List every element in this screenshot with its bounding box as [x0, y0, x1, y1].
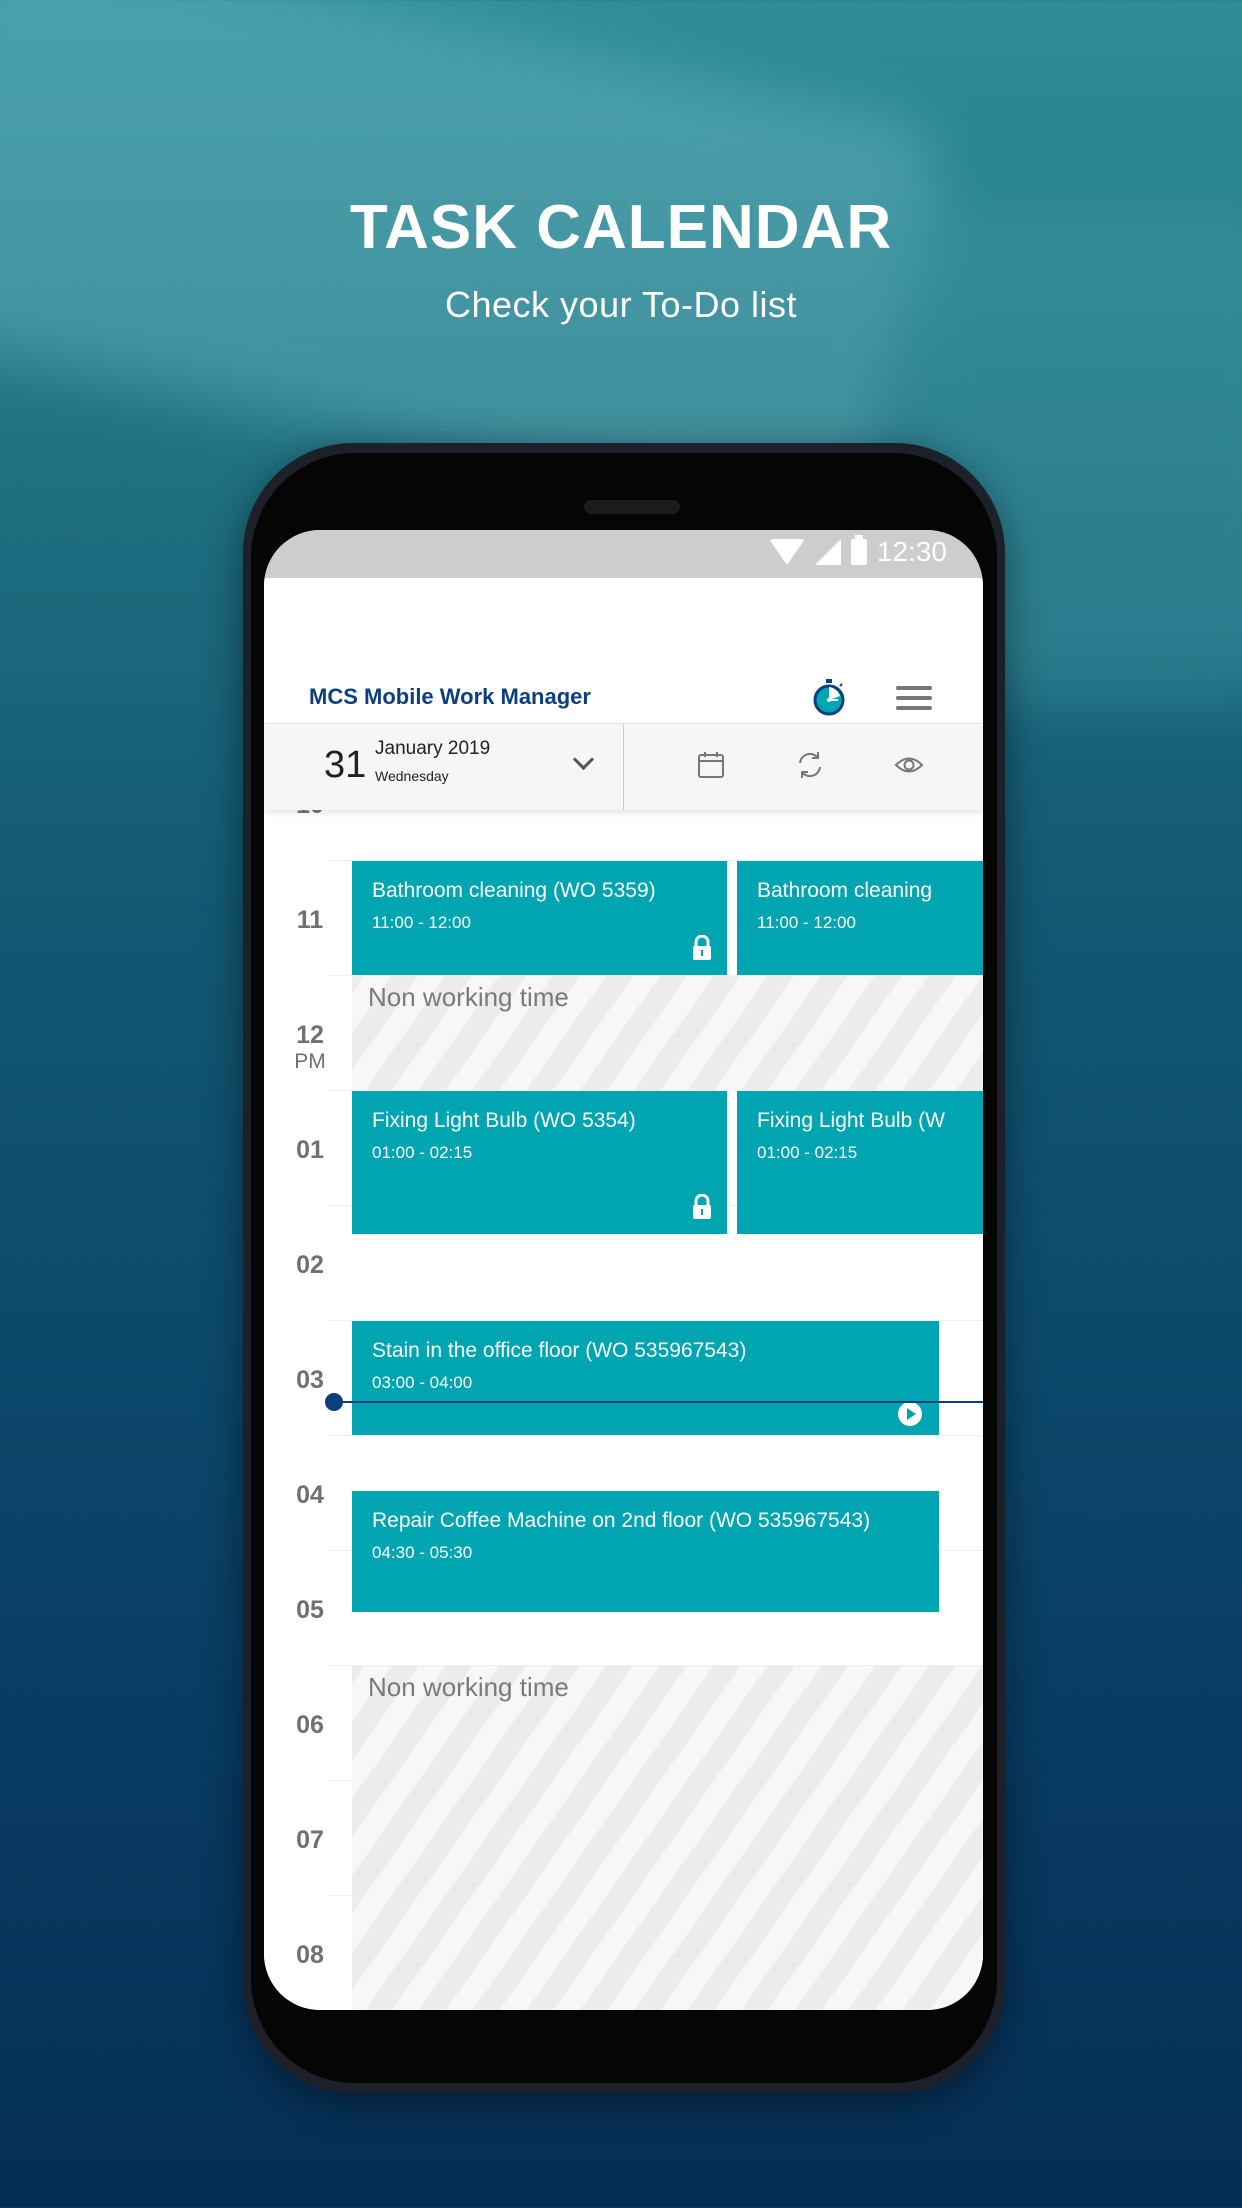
app-title: MCS Mobile Work Manager [309, 684, 591, 709]
hour-label: 01 [296, 1136, 324, 1164]
event-title: Fixing Light Bulb (WO 5354) [372, 1109, 636, 1132]
signal-icon [814, 539, 841, 565]
marketing-subheadline: Check your To-Do list [445, 284, 797, 325]
event-card[interactable]: Fixing Light Bulb (WO 5354) 01:00 - 02:1… [352, 1091, 727, 1234]
hour-line [326, 1435, 983, 1436]
event-card[interactable]: Bathroom cleaning (WO 5359) 11:00 - 12:0… [352, 861, 727, 975]
event-time: 04:30 - 05:30 [372, 1543, 473, 1562]
event-card[interactable]: Fixing Light Bulb (W 01:00 - 02:15 [737, 1091, 983, 1234]
event-title: Bathroom cleaning (WO 5359) [372, 879, 656, 902]
event-card[interactable]: Bathroom cleaning 11:00 - 12:00 [737, 861, 983, 975]
non-working-label: Non working time [368, 1672, 569, 1702]
chevron-down-icon[interactable] [572, 748, 595, 771]
phone-speaker [584, 500, 680, 514]
status-bar: 12:30 [264, 530, 983, 578]
hour-sublabel: PM [294, 1050, 326, 1073]
event-title: Stain in the office floor (WO 535967543) [372, 1339, 747, 1362]
event-card[interactable]: Repair Coffee Machine on 2nd floor (WO 5… [352, 1491, 939, 1612]
eye-icon[interactable] [894, 750, 924, 780]
date-selector-bar: 31 January 2019 Wednesday [264, 723, 983, 810]
event-title: Repair Coffee Machine on 2nd floor (WO 5… [372, 1509, 871, 1532]
day-number: 31 [324, 744, 367, 786]
play-icon[interactable] [897, 1401, 923, 1427]
non-working-label: Non working time [368, 982, 569, 1012]
hour-label: 08 [296, 1941, 324, 1969]
hour-label: 03 [296, 1366, 324, 1394]
calendar-icon[interactable] [696, 750, 726, 780]
event-time: 11:00 - 12:00 [757, 913, 856, 932]
current-time-line [334, 1401, 983, 1403]
event-time: 01:00 - 02:15 [757, 1143, 858, 1162]
weekday: Wednesday [375, 768, 449, 784]
event-time: 11:00 - 12:00 [372, 913, 471, 932]
sync-icon[interactable] [795, 750, 825, 780]
calendar-day-view[interactable]: 10 11 12 PM 01 02 03 04 05 06 07 08 Non … [264, 791, 983, 2010]
hour-label: 07 [296, 1826, 324, 1854]
battery-icon [850, 535, 867, 565]
divider [623, 724, 624, 810]
stopwatch-icon[interactable] [812, 678, 846, 716]
lock-icon [693, 935, 711, 960]
hour-label: 02 [296, 1251, 324, 1279]
non-working-block: Non working time [352, 976, 983, 1090]
app-screen: 12:30 MCS Mobile Work Manager 31 January… [264, 530, 983, 2010]
hour-label: 04 [296, 1481, 324, 1509]
event-time: 03:00 - 04:00 [372, 1373, 473, 1392]
hour-label: 06 [296, 1711, 324, 1739]
hour-label: 05 [296, 1596, 324, 1624]
month-year: January 2019 [375, 738, 491, 759]
status-time: 12:30 [876, 536, 947, 567]
hour-label: 12 [296, 1021, 324, 1049]
event-title: Bathroom cleaning [757, 879, 933, 902]
hamburger-menu-icon[interactable] [896, 686, 932, 710]
event-time: 01:00 - 02:15 [372, 1143, 473, 1162]
hour-label: 11 [296, 906, 324, 934]
marketing-headline: TASK CALENDAR [349, 193, 893, 262]
event-title: Fixing Light Bulb (W [757, 1109, 945, 1132]
lock-icon [693, 1194, 711, 1219]
non-working-block: Non working time [352, 1666, 983, 2010]
wifi-icon [768, 539, 805, 565]
event-card[interactable]: Stain in the office floor (WO 535967543)… [352, 1321, 939, 1435]
